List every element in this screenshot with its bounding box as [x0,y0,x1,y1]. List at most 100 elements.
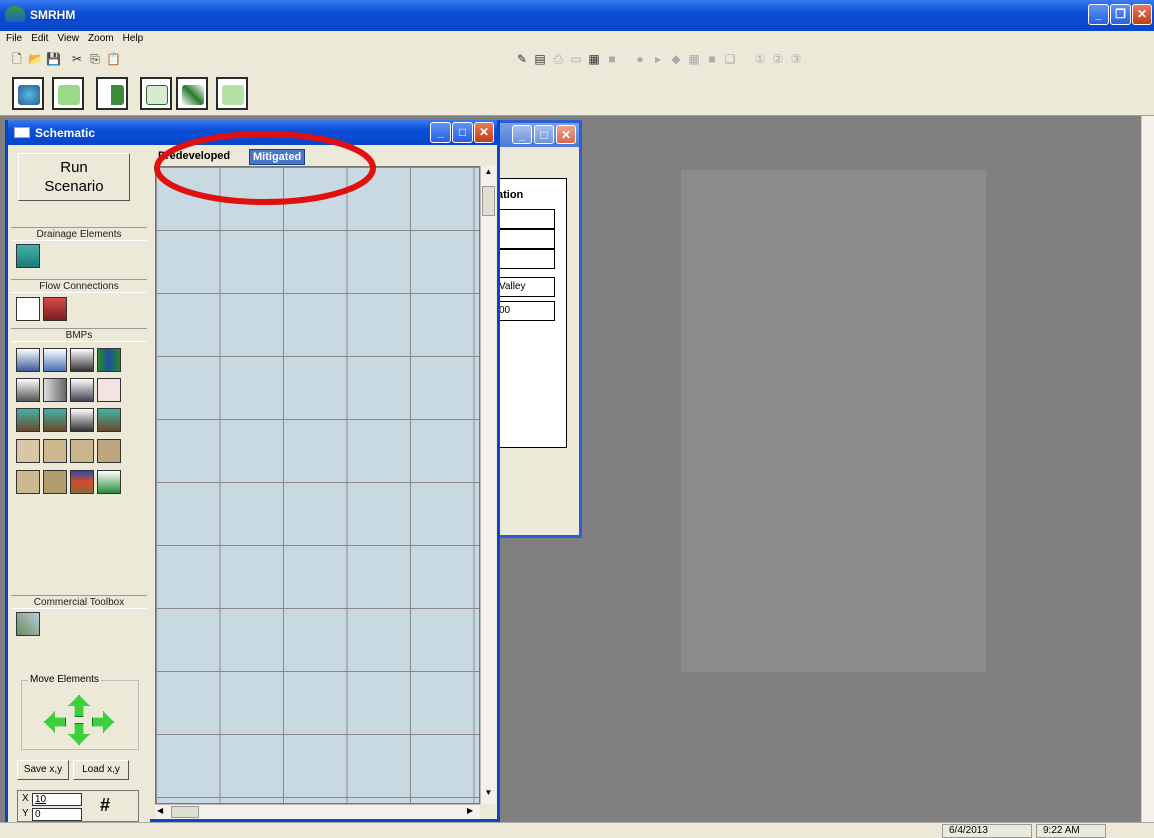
vault-icon[interactable] [70,348,94,372]
move-left-arrow-icon[interactable] [44,711,66,733]
schematic-grid-canvas[interactable] [155,166,480,804]
close-button[interactable]: ✕ [1132,4,1152,25]
grid-toggle-icon[interactable]: # [100,795,110,816]
schematic-close-button[interactable]: ✕ [474,122,494,143]
menu-help[interactable]: Help [123,33,144,44]
tool-icon[interactable]: ◆ [669,52,683,66]
vegetated-swale-icon[interactable] [97,470,121,494]
move-right-arrow-icon[interactable] [92,711,114,733]
scroll-right-icon[interactable]: ▶ [467,806,473,815]
info-field-2[interactable] [497,229,555,249]
wetland-icon[interactable] [97,378,121,402]
three-icon[interactable]: ③ [789,52,803,66]
menu-file[interactable]: File [6,33,22,44]
layered-icon[interactable] [70,470,94,494]
cut-icon[interactable]: ✂ [70,52,84,66]
grid-icon[interactable]: ▦ [687,52,701,66]
drainage-elements-label: Drainage Elements [11,227,147,241]
save-xy-button[interactable]: Save x,y [17,760,69,780]
win2-close-button[interactable]: ✕ [556,125,576,144]
report-icon[interactable]: ▤ [533,52,547,66]
scroll-left-icon[interactable]: ◀ [157,806,163,815]
canvas-vertical-scrollbar[interactable]: ▲ ▼ [480,166,496,804]
move-down-arrow-icon[interactable] [68,723,90,745]
run-scenario-button[interactable]: Run Scenario [18,153,130,201]
scenario-info-panel: ation Valley 00 [497,178,567,448]
window-icon [14,127,30,138]
infiltration-icon[interactable] [97,408,121,432]
tools-button[interactable] [176,77,208,110]
save-disabled-icon[interactable]: ▭ [569,52,583,66]
background-panel [681,170,986,672]
circle-icon[interactable]: ● [633,52,647,66]
tank-icon[interactable] [43,348,67,372]
chd-icon[interactable] [43,470,67,494]
info-field-3[interactable] [497,249,555,269]
canvas-horizontal-scrollbar[interactable]: ◀ ▶ [155,804,480,819]
paste-icon[interactable]: 📋 [106,52,121,66]
cistern-icon[interactable] [16,470,40,494]
two-icon[interactable]: ② [771,52,785,66]
win2-minimize-button[interactable]: _ [512,125,532,144]
channel-icon[interactable] [97,348,121,372]
scroll-down-icon[interactable]: ▼ [482,788,495,802]
x-coordinate-field[interactable]: 10 [32,793,82,806]
rain-barrel-icon[interactable] [43,439,67,463]
analysis-button[interactable] [96,77,128,110]
trapezoidal-pond-icon[interactable] [16,348,40,372]
one-icon[interactable]: ① [753,52,767,66]
open-folder-icon[interactable]: 📂 [28,52,43,66]
workspace-scrollbar[interactable] [1141,116,1154,822]
restore-button[interactable]: ❐ [1110,4,1131,25]
basin-element-icon[interactable] [16,244,40,268]
graph-icon[interactable]: ■ [605,52,619,66]
h-scroll-thumb[interactable] [171,806,199,818]
filter-icon[interactable] [43,378,67,402]
reports-button[interactable] [140,77,172,110]
open-disabled-icon[interactable]: ▸ [651,52,665,66]
minimize-button[interactable]: _ [1088,4,1109,25]
new-file-icon[interactable]: 🗋 [10,52,24,66]
app-titlebar: SMRHM _ ❐ ✕ [0,0,1154,31]
print-icon[interactable]: ⎙ [551,52,565,66]
info-field-elevation[interactable]: 00 [497,301,555,321]
map-button[interactable] [12,77,44,110]
connector-icon[interactable] [16,297,40,321]
app-icon [5,6,25,22]
block-icon[interactable]: ■ [705,52,719,66]
save-icon[interactable]: 💾 [46,52,61,66]
copy-icon[interactable]: ⎘ [88,52,102,66]
lid-button[interactable] [216,77,248,110]
scroll-up-icon[interactable]: ▲ [482,167,495,181]
menu-zoom[interactable]: Zoom [88,33,114,44]
move-up-arrow-icon[interactable] [68,695,90,717]
schematic-maximize-button[interactable]: □ [452,122,473,143]
gravel-trench-icon[interactable] [16,378,40,402]
schematic-window: Schematic _ □ ✕ Run Scenario Drainage El… [5,120,500,822]
porous-pavement-icon[interactable] [70,439,94,463]
scenario-button[interactable] [52,77,84,110]
commercial-tool-icon[interactable] [16,612,40,636]
bioretention-icon[interactable] [16,408,40,432]
scroll-thumb[interactable] [482,186,495,216]
edit-icon[interactable]: ✎ [515,52,529,66]
swale-icon[interactable] [70,408,94,432]
split-flow-icon[interactable] [43,297,67,321]
info-field-county[interactable]: Valley [497,277,555,297]
load-xy-button[interactable]: Load x,y [73,760,129,780]
win2-maximize-button[interactable]: □ [534,125,554,144]
dispersion-icon[interactable] [97,439,121,463]
menu-edit[interactable]: Edit [31,33,48,44]
sand-filter-icon[interactable] [70,378,94,402]
planter-icon[interactable] [43,408,67,432]
y-coordinate-field[interactable]: 0 [32,808,82,821]
status-time: 9:22 AM [1036,824,1106,838]
info-field-1[interactable] [497,209,555,229]
scenario-info-window: _ □ ✕ ation Valley 00 [497,120,582,538]
schematic-minimize-button[interactable]: _ [430,122,451,143]
table-icon[interactable]: ▦ [587,52,601,66]
layers-icon[interactable]: ❏ [723,52,737,66]
menu-view[interactable]: View [57,33,79,44]
move-elements-label: Move Elements [28,674,101,685]
green-roof-icon[interactable] [16,439,40,463]
